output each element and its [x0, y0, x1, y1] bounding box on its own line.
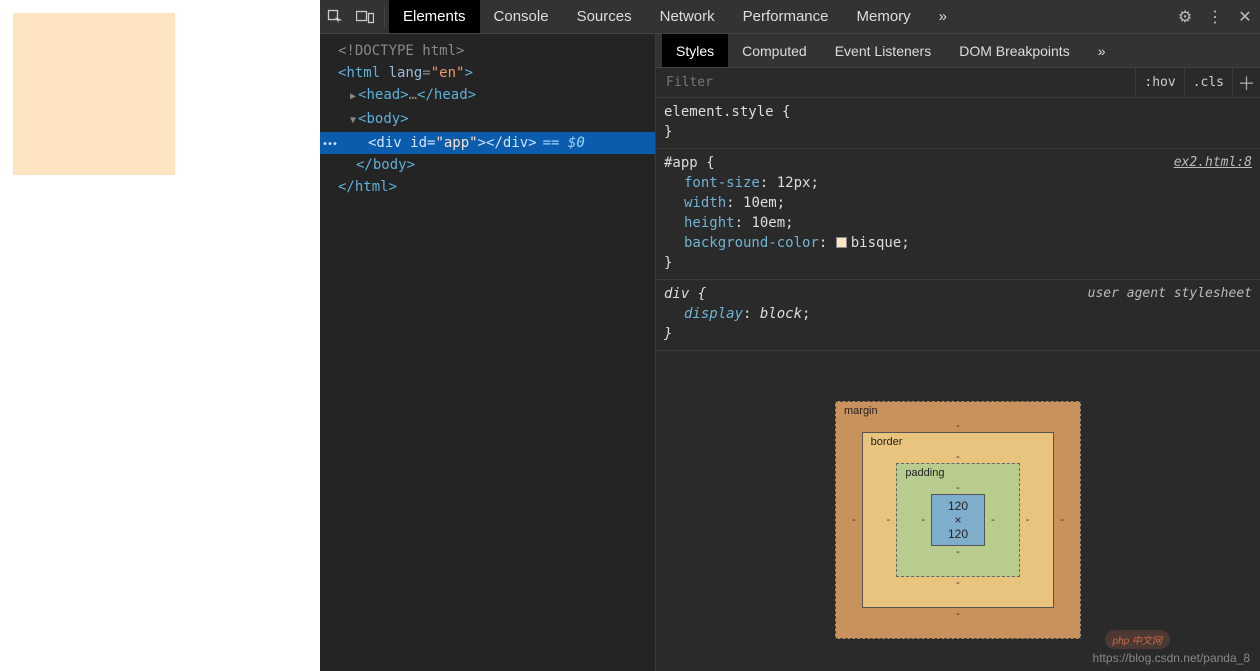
- stab-more[interactable]: »: [1084, 34, 1120, 67]
- dom-head[interactable]: ▶<head>…</head>: [320, 84, 655, 108]
- box-margin[interactable]: margin - - border - -: [835, 401, 1081, 639]
- dom-doctype[interactable]: <!DOCTYPE html>: [320, 40, 655, 62]
- styles-filter-input[interactable]: [656, 75, 1135, 90]
- padding-left-val: -: [921, 514, 925, 526]
- prop-width[interactable]: width: 10em;: [664, 193, 1252, 213]
- styles-filter-row: :hov .cls ＋: [656, 68, 1260, 98]
- label-padding: padding: [905, 467, 944, 479]
- box-model[interactable]: margin - - border - -: [656, 351, 1260, 671]
- border-top-val: -: [887, 451, 1030, 463]
- rule-div-ua[interactable]: user agent stylesheet div { display: blo…: [656, 280, 1260, 351]
- stab-computed[interactable]: Computed: [728, 34, 821, 67]
- css-rules: element.style { } ex2.html:8 #app { font…: [656, 98, 1260, 351]
- dom-tree[interactable]: <!DOCTYPE html> <html lang="en"> ▶<head>…: [320, 34, 655, 671]
- dom-html-open[interactable]: <html lang="en">: [320, 62, 655, 84]
- devtools-panel: Elements Console Sources Network Perform…: [320, 0, 1260, 671]
- tab-more[interactable]: »: [925, 0, 961, 33]
- box-padding[interactable]: padding - - 120 × 120 - -: [896, 463, 1019, 577]
- margin-top-val: -: [860, 420, 1056, 432]
- padding-right-val: -: [991, 514, 995, 526]
- margin-right-val: -: [1060, 514, 1064, 526]
- dom-app-div[interactable]: <div id="app"></div>== $0: [320, 132, 655, 154]
- dom-body-open[interactable]: ▼<body>: [320, 108, 655, 132]
- prop-font-size[interactable]: font-size: 12px;: [664, 173, 1252, 193]
- rule-origin-ua: user agent stylesheet: [1088, 284, 1252, 304]
- hov-toggle[interactable]: :hov: [1135, 68, 1183, 97]
- dom-body-close[interactable]: </body>: [320, 154, 655, 176]
- border-right-val: -: [1026, 514, 1030, 526]
- prop-display[interactable]: display: block;: [664, 304, 1252, 324]
- box-border[interactable]: border - - padding - -: [862, 432, 1055, 608]
- rule-element-style[interactable]: element.style { }: [656, 98, 1260, 149]
- rule-close: }: [664, 122, 1252, 142]
- stab-styles[interactable]: Styles: [662, 34, 728, 67]
- toolbar-separator: [384, 6, 385, 27]
- rule-app[interactable]: ex2.html:8 #app { font-size: 12px; width…: [656, 149, 1260, 280]
- watermark: https://blog.csdn.net/panda_8: [1093, 651, 1250, 665]
- label-border: border: [871, 436, 903, 448]
- rule-close: }: [664, 324, 1252, 344]
- prop-background-color[interactable]: background-color: bisque;: [664, 233, 1252, 253]
- devtools-toolbar: Elements Console Sources Network Perform…: [320, 0, 1260, 34]
- tab-performance[interactable]: Performance: [729, 0, 843, 33]
- selector-element-style[interactable]: element.style {: [664, 102, 1252, 122]
- tab-console[interactable]: Console: [480, 0, 563, 33]
- margin-left-val: -: [852, 514, 856, 526]
- border-bottom-val: -: [887, 577, 1030, 589]
- app-element[interactable]: [13, 13, 175, 175]
- kebab-icon[interactable]: ⋮: [1200, 0, 1230, 33]
- padding-bottom-val: -: [921, 546, 994, 558]
- styles-pane: Styles Computed Event Listeners DOM Brea…: [655, 34, 1260, 671]
- cls-toggle[interactable]: .cls: [1184, 68, 1232, 97]
- gear-icon[interactable]: ⚙: [1170, 0, 1200, 33]
- stab-event-listeners[interactable]: Event Listeners: [821, 34, 946, 67]
- tab-network[interactable]: Network: [646, 0, 729, 33]
- rule-close: }: [664, 253, 1252, 273]
- rendered-page: [0, 0, 320, 671]
- padding-top-val: -: [921, 482, 994, 494]
- styles-tabs: Styles Computed Event Listeners DOM Brea…: [656, 34, 1260, 68]
- tab-memory[interactable]: Memory: [843, 0, 925, 33]
- php-badge: php 中文网: [1105, 630, 1170, 649]
- color-swatch[interactable]: [836, 237, 847, 248]
- tab-sources[interactable]: Sources: [563, 0, 646, 33]
- close-icon[interactable]: ✕: [1230, 0, 1260, 33]
- rule-origin-link[interactable]: ex2.html:8: [1174, 153, 1252, 173]
- box-content[interactable]: 120 × 120: [931, 494, 985, 546]
- label-margin: margin: [844, 405, 878, 417]
- device-icon[interactable]: [350, 0, 380, 33]
- margin-bottom-val: -: [860, 608, 1056, 620]
- new-rule-icon[interactable]: ＋: [1232, 68, 1260, 97]
- border-left-val: -: [887, 514, 891, 526]
- dom-html-close[interactable]: </html>: [320, 176, 655, 198]
- stab-dom-breakpoints[interactable]: DOM Breakpoints: [945, 34, 1083, 67]
- inspect-icon[interactable]: [320, 0, 350, 33]
- prop-height[interactable]: height: 10em;: [664, 213, 1252, 233]
- tab-elements[interactable]: Elements: [389, 0, 480, 33]
- selector-app[interactable]: #app {: [664, 153, 1252, 173]
